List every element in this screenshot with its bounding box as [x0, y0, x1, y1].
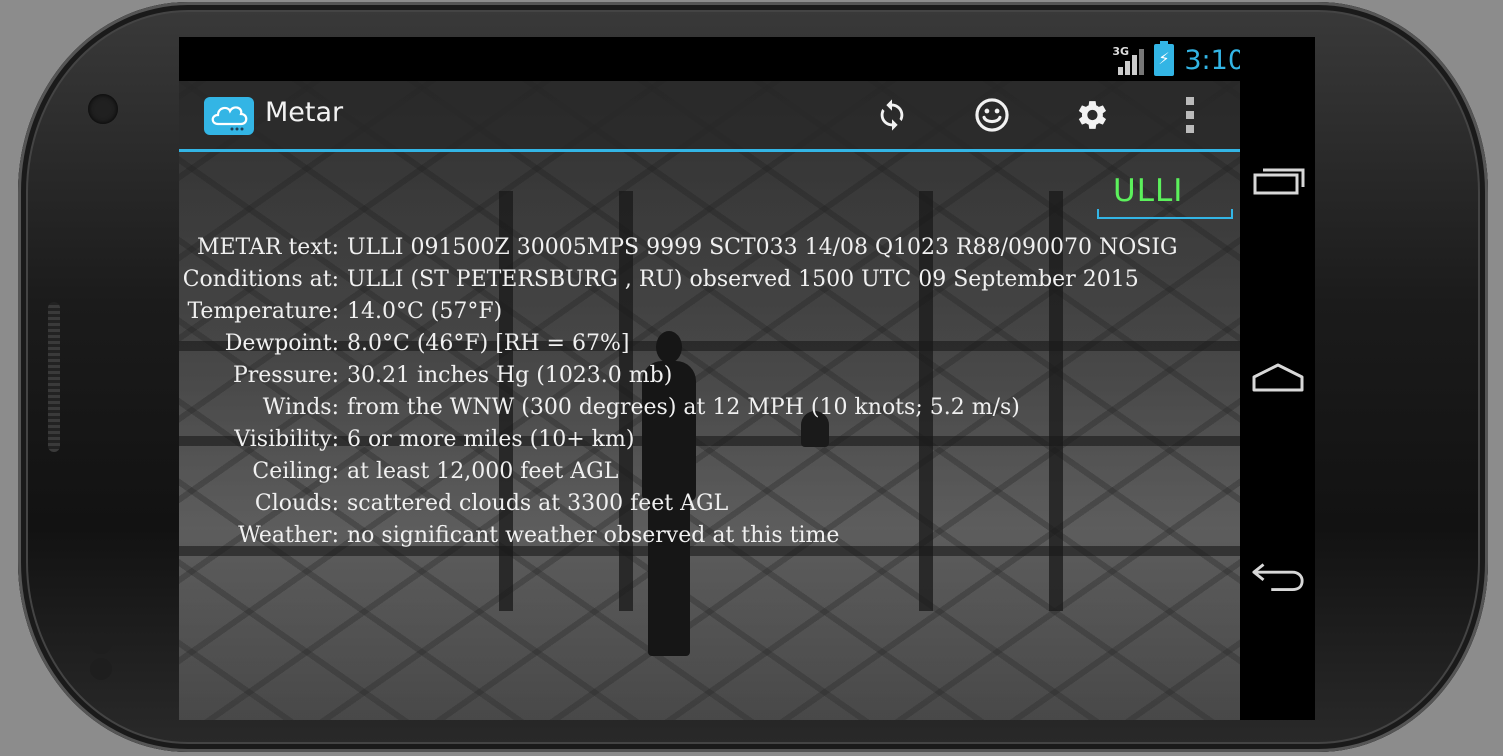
app-title: Metar [265, 97, 344, 128]
overflow-menu-button[interactable] [1165, 93, 1215, 137]
report-row: METAR text: ULLI 091500Z 30005MPS 9999 SC… [179, 235, 1240, 267]
report-value: 6 or more miles (10+ km) [347, 427, 635, 452]
battery-charging-icon: ⚡ [1154, 41, 1175, 76]
navigation-bar [1240, 37, 1315, 720]
report-row: Weather: no significant weather observed … [179, 523, 1240, 555]
report-label: Conditions at: [182, 267, 339, 292]
report-value: 14.0°C (57°F) [347, 299, 503, 324]
speaker-grille [48, 302, 60, 452]
report-value: scattered clouds at 3300 feet AGL [347, 491, 729, 516]
report-label: Visibility: [234, 427, 339, 452]
report-row: Pressure: 30.21 inches Hg (1023.0 mb) [179, 363, 1240, 395]
station-code-value: ULLI [1113, 173, 1184, 209]
report-value: ULLI (ST PETERSBURG , RU) observed 1500 … [347, 267, 1139, 292]
back-button[interactable] [1250, 555, 1306, 599]
station-code-input[interactable]: ULLI [1097, 173, 1233, 219]
light-sensor [90, 658, 112, 680]
report-label: Dewpoint: [224, 331, 339, 356]
metar-app: Metar ULLI METAR text: ULLI 091500Z 3000… [179, 81, 1240, 720]
metar-report: METAR text: ULLI 091500Z 30005MPS 9999 SC… [179, 235, 1240, 555]
refresh-button[interactable] [867, 93, 917, 137]
report-label: Temperature: [187, 299, 339, 324]
overflow-menu-icon [1186, 97, 1194, 133]
report-label: Ceiling: [252, 459, 339, 484]
status-icons: 3G ⚡ 3:10 [1112, 41, 1245, 77]
status-clock: 3:10 [1184, 44, 1245, 76]
report-label: Pressure: [232, 363, 339, 388]
report-row: Temperature: 14.0°C (57°F) [179, 299, 1240, 331]
home-button[interactable] [1250, 355, 1306, 399]
front-camera [88, 94, 118, 124]
report-value: no significant weather observed at this … [347, 523, 840, 548]
gear-icon [1078, 101, 1107, 129]
report-row: Visibility: 6 or more miles (10+ km) [179, 427, 1240, 459]
signal-icon: 3G [1112, 45, 1145, 75]
report-value: 30.21 inches Hg (1023.0 mb) [347, 363, 673, 388]
back-icon [1252, 563, 1304, 591]
report-row: Dewpoint: 8.0°C (46°F) [RH = 67%] [179, 331, 1240, 363]
report-row: Winds: from the WNW (300 degrees) at 12 M… [179, 395, 1240, 427]
report-row: Conditions at: ULLI (ST PETERSBURG , RU) … [179, 267, 1240, 299]
device-screen: 3G ⚡ 3:10 Metar ULLI METAR text: ULLI 09… [179, 37, 1315, 720]
report-label: Weather: [238, 523, 339, 548]
home-icon [1252, 363, 1304, 392]
report-value: 8.0°C (46°F) [RH = 67%] [347, 331, 630, 356]
report-label: Winds: [262, 395, 339, 420]
network-type: 3G [1112, 45, 1130, 58]
recent-apps-icon [1253, 168, 1305, 195]
report-row: Ceiling: at least 12,000 feet AGL [179, 459, 1240, 491]
report-row: Clouds: scattered clouds at 3300 feet AGL [179, 491, 1240, 523]
feedback-button[interactable] [967, 93, 1017, 137]
recent-apps-button[interactable] [1250, 157, 1306, 201]
report-label: Clouds: [254, 491, 339, 516]
app-cloud-icon[interactable] [204, 97, 254, 135]
report-value: ULLI 091500Z 30005MPS 9999 SCT033 14/08 … [347, 235, 1178, 260]
proximity-sensor [90, 632, 112, 654]
action-bar: Metar [179, 81, 1240, 152]
smiley-icon [975, 98, 1009, 132]
status-bar: 3G ⚡ 3:10 [179, 37, 1315, 81]
report-value: at least 12,000 feet AGL [347, 459, 619, 484]
report-value: from the WNW (300 degrees) at 12 MPH (10… [347, 395, 1020, 420]
settings-button[interactable] [1066, 93, 1116, 137]
refresh-icon [880, 99, 904, 131]
report-label: METAR text: [196, 235, 339, 260]
